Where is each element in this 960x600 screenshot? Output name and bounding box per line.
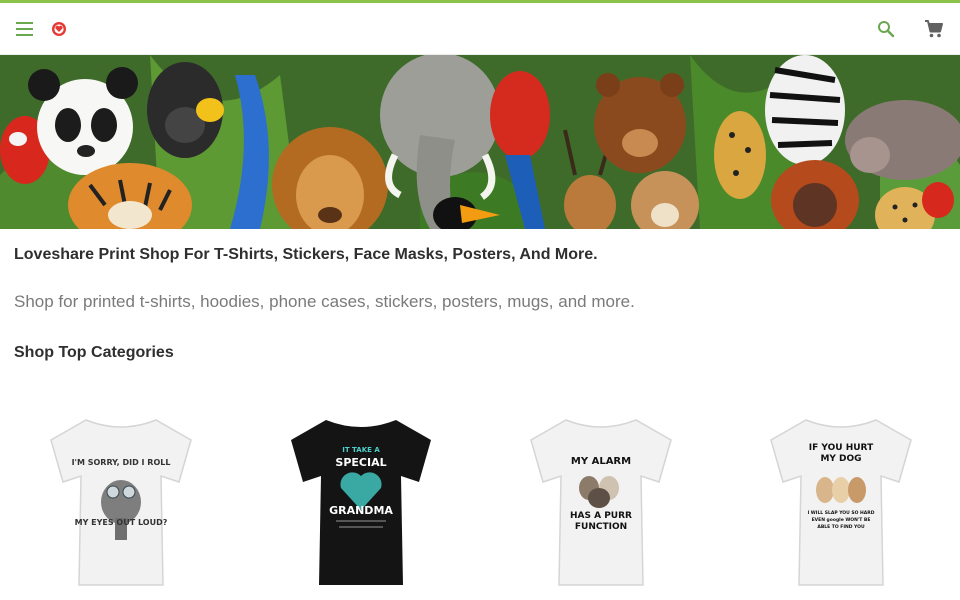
- section-title-top-categories: Shop Top Categories: [14, 344, 174, 361]
- category-card-grandma-tshirt[interactable]: IT TAKE A SPECIAL GRANDMA: [281, 410, 441, 590]
- top-categories-grid: I'M SORRY, DID I ROLL MY EYES OUT LOUD? …: [0, 400, 960, 600]
- shirt-line-1: MY ALARM: [571, 456, 631, 467]
- dog-tshirt-image: IF YOU HURT MY DOG I WILL SLAP YOU SO HA…: [770, 419, 912, 586]
- cart-button[interactable]: [918, 13, 950, 45]
- shirt-line-1: I'M SORRY, DID I ROLL: [72, 458, 171, 467]
- shirt-line-5: ABLE TO FIND YOU: [817, 524, 865, 530]
- shirt-line-2: MY EYES OUT LOUD?: [75, 518, 168, 527]
- shirt-line-1: IF YOU HURT: [809, 443, 874, 453]
- loveshare-logo-icon[interactable]: [51, 21, 67, 37]
- shirt-line-3: FUNCTION: [575, 522, 627, 532]
- shirt-line-2: MY DOG: [820, 454, 861, 464]
- shirt-line-3: I WILL SLAP YOU SO HARD: [808, 510, 875, 516]
- category-card-dog-tshirt[interactable]: IF YOU HURT MY DOG I WILL SLAP YOU SO HA…: [761, 410, 921, 590]
- category-card-elephant-tshirt[interactable]: I'M SORRY, DID I ROLL MY EYES OUT LOUD?: [41, 410, 201, 590]
- shirt-line-4: EVEN google WON'T BE: [812, 517, 871, 523]
- search-icon: [878, 21, 895, 38]
- elephant-tshirt-image: I'M SORRY, DID I ROLL MY EYES OUT LOUD?: [50, 419, 192, 586]
- search-button[interactable]: [870, 13, 902, 45]
- shirt-line-2: SPECIAL: [335, 456, 386, 469]
- shirt-line-2: HAS A PURR: [570, 511, 632, 521]
- shopping-cart-icon: [925, 20, 943, 38]
- jungle-animals-banner-image: [0, 55, 960, 229]
- shirt-line-1: IT TAKE A: [342, 446, 380, 454]
- page-subheadline: Shop for printed t-shirts, hoodies, phon…: [14, 292, 635, 311]
- menu-button[interactable]: [9, 13, 41, 45]
- shirt-line-3: GRANDMA: [329, 504, 393, 517]
- cat-alarm-tshirt-image: MY ALARM HAS A PURR FUNCTION: [530, 419, 672, 586]
- hero-banner[interactable]: [0, 55, 960, 229]
- page-headline: Loveshare Print Shop For T-Shirts, Stick…: [14, 246, 598, 263]
- hamburger-menu-icon: [16, 22, 33, 36]
- grandma-tshirt-image: IT TAKE A SPECIAL GRANDMA: [291, 420, 431, 585]
- app-header: [0, 3, 960, 55]
- category-card-cat-alarm-tshirt[interactable]: MY ALARM HAS A PURR FUNCTION: [521, 410, 681, 590]
